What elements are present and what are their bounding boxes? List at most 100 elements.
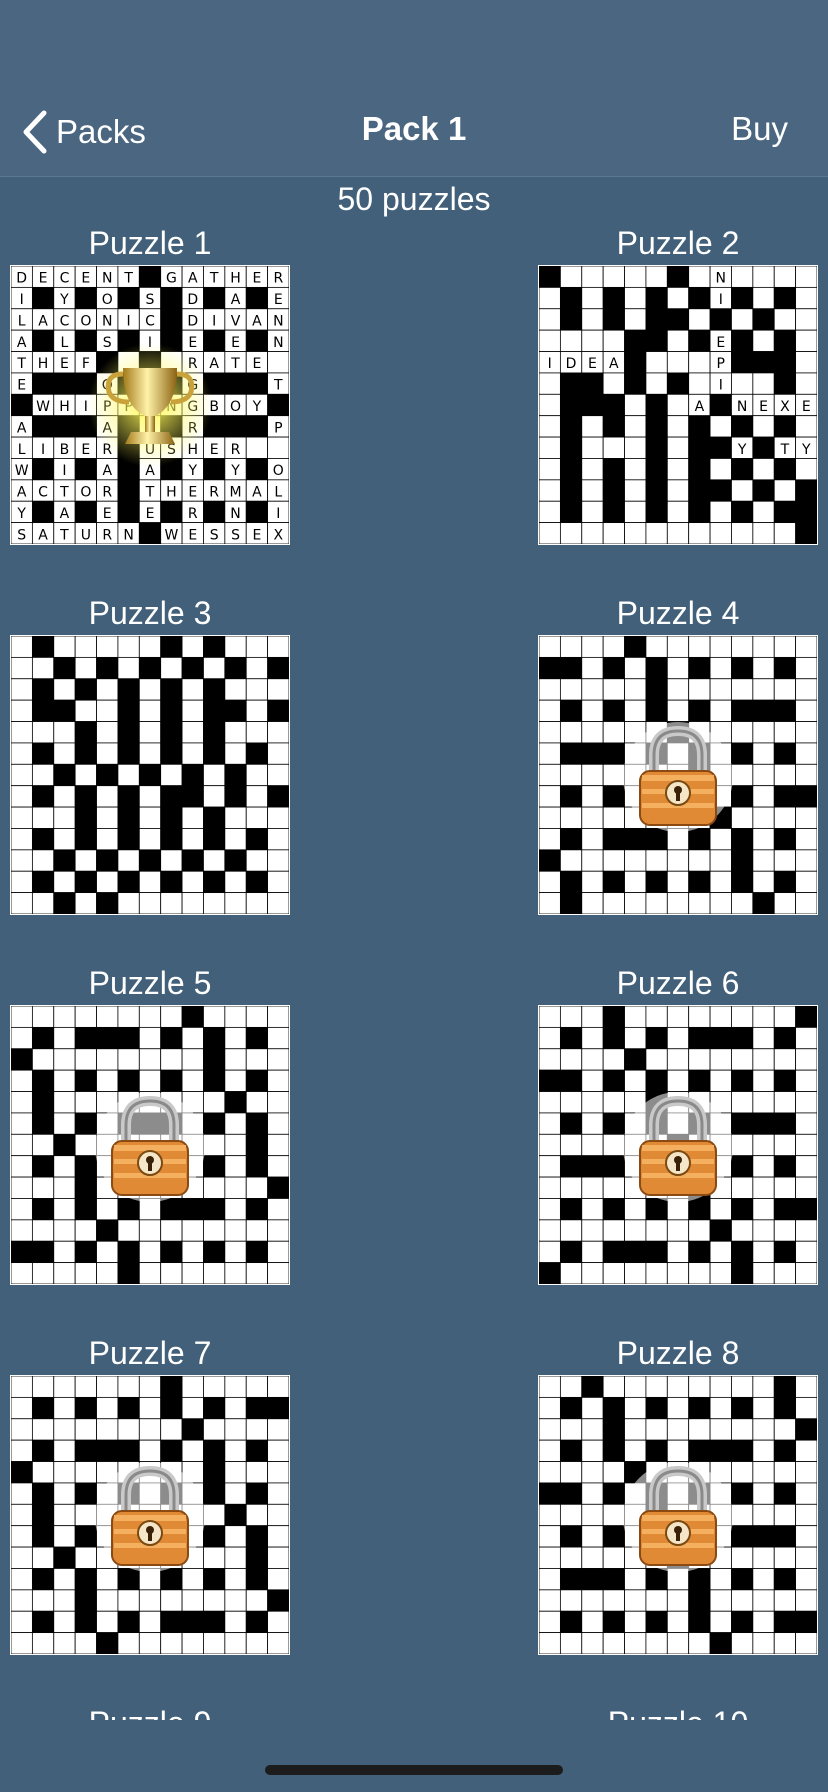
white-cell xyxy=(74,892,97,914)
black-cell xyxy=(160,1026,183,1050)
white-cell xyxy=(539,1525,561,1548)
puzzle-tile-8[interactable]: Puzzle 8 xyxy=(538,1331,818,1655)
puzzle-tile-2[interactable]: Puzzle 2 IDEAANNEXEYETYNINEPIS xyxy=(538,221,818,545)
black-cell xyxy=(688,870,711,894)
black-cell xyxy=(645,742,668,765)
white-cell xyxy=(731,1048,754,1071)
black-cell xyxy=(203,1610,226,1634)
black-cell xyxy=(539,266,561,288)
white-cell xyxy=(731,1219,754,1242)
cell-letter: D xyxy=(187,313,198,329)
cell-letter: E xyxy=(188,335,197,351)
white-cell xyxy=(624,721,647,744)
black-cell xyxy=(117,458,140,481)
cell-letter: T xyxy=(145,485,155,501)
white-cell xyxy=(245,1461,269,1484)
puzzle-tile-5[interactable]: Puzzle 5 xyxy=(10,961,290,1285)
white-cell xyxy=(602,1048,625,1071)
white-cell xyxy=(53,1091,76,1114)
white-cell xyxy=(138,1026,162,1050)
cell-letter: T xyxy=(273,378,283,394)
black-cell xyxy=(31,1568,55,1591)
puzzle-tile-10[interactable]: Puzzle 10 xyxy=(538,1701,818,1720)
white-cell xyxy=(160,1589,183,1612)
white-cell xyxy=(709,1396,732,1420)
white-cell xyxy=(160,1133,183,1157)
black-cell xyxy=(245,1155,269,1178)
white-cell xyxy=(602,1546,625,1569)
white-cell xyxy=(181,678,204,701)
puzzle-tile-7[interactable]: Puzzle 7 xyxy=(10,1331,290,1655)
white-cell xyxy=(581,1525,604,1548)
puzzle-tile-9[interactable]: Puzzle 9 xyxy=(10,1701,290,1720)
white-cell xyxy=(559,806,583,829)
white-cell xyxy=(581,479,604,502)
white-cell xyxy=(624,500,647,524)
white-cell xyxy=(96,1262,119,1284)
white-cell xyxy=(666,479,690,502)
white-cell xyxy=(645,1006,668,1028)
white-cell xyxy=(96,1503,119,1527)
white-cell xyxy=(602,522,625,544)
white-cell xyxy=(731,1418,754,1441)
white-cell xyxy=(96,1418,119,1441)
black-cell xyxy=(645,1155,668,1178)
puzzle-grid: 50 puzzles Puzzle 1 DECENTGATHERIYOSDAEL… xyxy=(0,176,828,1720)
white-cell xyxy=(96,721,119,744)
black-cell xyxy=(602,308,625,331)
black-cell xyxy=(688,828,711,851)
black-cell xyxy=(53,372,76,395)
black-cell xyxy=(666,1546,690,1569)
white-cell xyxy=(11,1112,33,1135)
puzzle-tile-4[interactable]: Puzzle 4 xyxy=(538,591,818,915)
white-cell xyxy=(267,870,289,894)
cell-letter: R xyxy=(188,420,198,436)
white-cell xyxy=(731,266,754,288)
white-cell xyxy=(666,1069,690,1092)
white-cell xyxy=(666,1006,690,1028)
white-cell xyxy=(752,785,775,808)
black-cell xyxy=(31,500,55,524)
white-cell xyxy=(53,1461,76,1484)
white-cell xyxy=(752,372,775,395)
cell-letter: A xyxy=(38,313,48,329)
white-cell xyxy=(581,636,604,658)
white-cell xyxy=(539,1546,561,1569)
white-cell xyxy=(96,1006,119,1028)
black-cell xyxy=(267,656,289,680)
white-cell xyxy=(539,742,561,765)
black-cell xyxy=(160,1568,183,1591)
white-cell xyxy=(666,1503,690,1527)
black-cell xyxy=(245,1568,269,1591)
black-cell xyxy=(31,1112,55,1135)
cell-letter: E xyxy=(188,527,197,543)
black-cell xyxy=(138,522,162,544)
cell-letter: I xyxy=(148,335,152,351)
black-cell xyxy=(74,742,97,765)
black-cell xyxy=(731,1262,754,1284)
white-cell xyxy=(53,1176,76,1199)
white-cell xyxy=(267,1198,289,1221)
white-cell xyxy=(559,1219,583,1242)
black-cell xyxy=(795,1610,817,1634)
black-cell xyxy=(602,870,625,894)
white-cell xyxy=(581,1503,604,1527)
white-cell xyxy=(31,721,55,744)
white-cell xyxy=(624,1568,647,1591)
white-cell xyxy=(709,678,732,701)
black-cell xyxy=(688,436,711,459)
black-cell xyxy=(752,351,775,374)
puzzle-tile-3[interactable]: Puzzle 3 xyxy=(10,591,290,915)
puzzle-tile-1[interactable]: Puzzle 1 DECENTGATHERIYOSDAELACONICDIVAN… xyxy=(10,221,290,545)
white-cell xyxy=(752,678,775,701)
white-cell xyxy=(602,436,625,459)
white-cell xyxy=(224,721,247,744)
white-cell xyxy=(224,1026,247,1050)
white-cell xyxy=(559,1176,583,1199)
buy-button[interactable]: Buy xyxy=(731,110,788,148)
white-cell xyxy=(138,1589,162,1612)
puzzle-tile-6[interactable]: Puzzle 6 xyxy=(538,961,818,1285)
white-cell xyxy=(731,1091,754,1114)
puzzle-thumbnail xyxy=(10,1005,290,1285)
black-cell xyxy=(709,1219,732,1242)
